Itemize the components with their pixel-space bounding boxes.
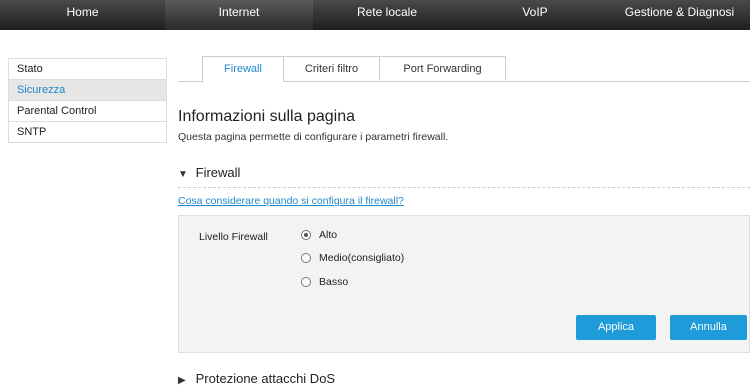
nav-gestione-diagnosi[interactable]: Gestione & Diagnosi <box>609 0 750 30</box>
tab-firewall[interactable]: Firewall <box>202 56 284 82</box>
page-description: Questa pagina permette di configurare i … <box>178 131 449 143</box>
cancel-button[interactable]: Annulla <box>670 315 747 340</box>
page-title: Informazioni sulla pagina <box>178 108 355 125</box>
collapsed-triangle-icon: ▶ <box>178 375 186 386</box>
nav-internet[interactable]: Internet <box>165 0 313 30</box>
sidebar-item-sntp[interactable]: SNTP <box>9 122 166 143</box>
radio-option-alto[interactable]: Alto <box>301 227 337 243</box>
nav-voip[interactable]: VoIP <box>461 0 609 30</box>
radio-unchecked-icon[interactable] <box>301 253 311 263</box>
radio-option-medio[interactable]: Medio(consigliato) <box>301 250 404 266</box>
nav-rete-locale[interactable]: Rete locale <box>313 0 461 30</box>
radio-checked-icon[interactable] <box>301 230 311 240</box>
firewall-level-label: Livello Firewall <box>199 231 268 243</box>
radio-label-basso: Basso <box>319 276 349 288</box>
sidebar-item-parental-control[interactable]: Parental Control <box>9 101 166 122</box>
tab-criteri-filtro[interactable]: Criteri filtro <box>283 56 380 80</box>
expanded-triangle-icon: ▼ <box>178 169 188 180</box>
tab-bar: Firewall Criteri filtro Port Forwarding <box>178 56 750 82</box>
dos-section-title: Protezione attacchi DoS <box>195 371 336 386</box>
radio-label-medio: Medio(consigliato) <box>319 252 405 264</box>
sidebar-item-stato[interactable]: Stato <box>9 59 166 80</box>
apply-button[interactable]: Applica <box>576 315 656 340</box>
firewall-help-link[interactable]: Cosa considerare quando si configura il … <box>178 195 404 207</box>
dos-section-header[interactable]: ▶ Protezione attacchi DoS <box>178 371 750 386</box>
radio-option-basso[interactable]: Basso <box>301 274 348 290</box>
radio-label-alto: Alto <box>319 229 338 241</box>
tab-port-forwarding[interactable]: Port Forwarding <box>379 56 506 80</box>
firewall-section-title: Firewall <box>195 165 241 180</box>
radio-unchecked-icon[interactable] <box>301 277 311 287</box>
sidebar: Stato Sicurezza Parental Control SNTP <box>8 58 167 143</box>
sidebar-item-sicurezza[interactable]: Sicurezza <box>9 80 166 101</box>
top-navigation: Home Internet Rete locale VoIP Gestione … <box>0 0 750 30</box>
nav-home[interactable]: Home <box>0 0 165 30</box>
firewall-section-header[interactable]: ▼ Firewall <box>178 165 750 188</box>
